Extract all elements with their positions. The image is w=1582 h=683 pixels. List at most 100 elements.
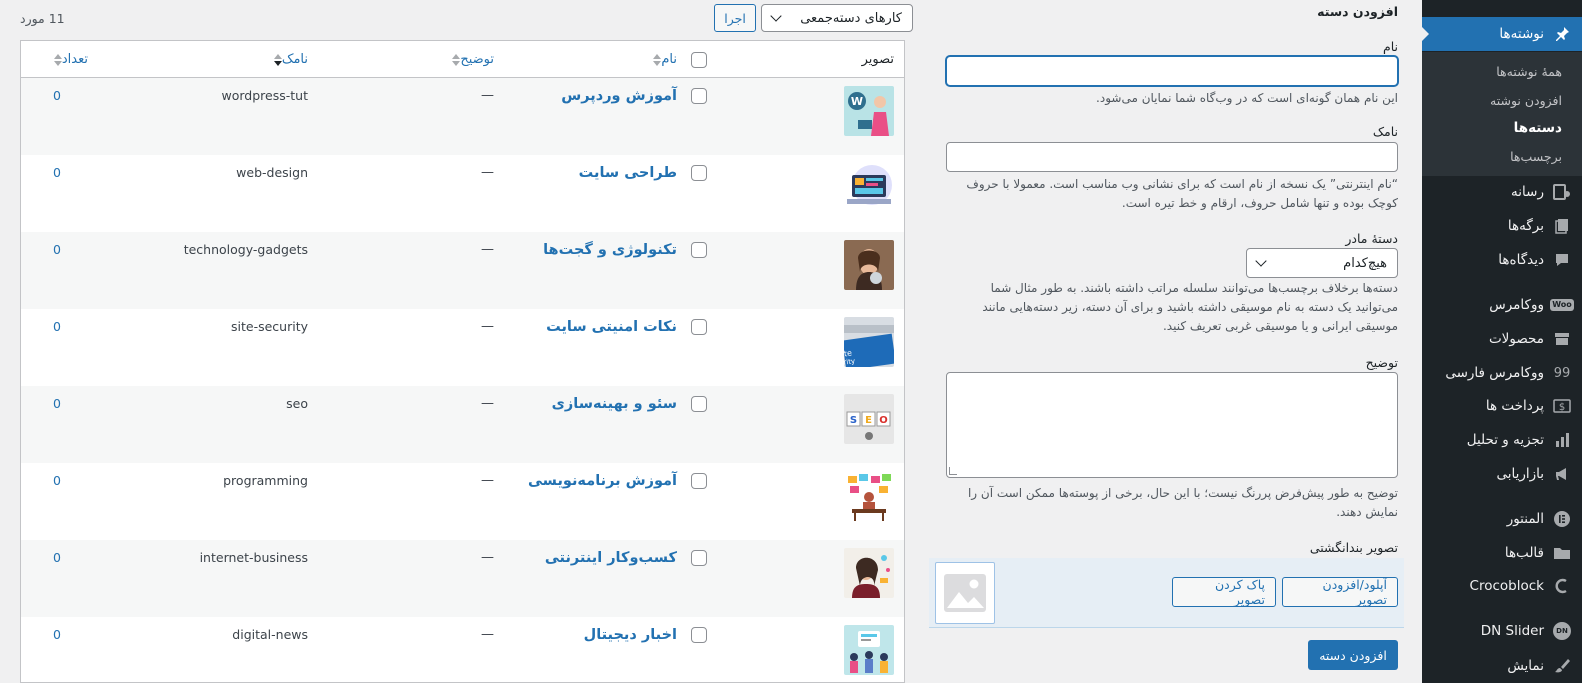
svg-text:E: E	[865, 415, 872, 426]
category-count-link[interactable]: 0	[53, 165, 61, 180]
menu-appearance[interactable]: نمایش	[1422, 649, 1582, 683]
resize-handle[interactable]	[949, 467, 957, 475]
apply-button[interactable]: اجرا	[714, 4, 756, 32]
category-slug: web-design	[236, 165, 308, 180]
menu-elementor[interactable]: المنتور	[1422, 502, 1582, 536]
menu-elementor-label: المنتور	[1506, 511, 1544, 527]
category-thumbnail[interactable]: SEO	[844, 386, 894, 463]
row-checkbox[interactable]	[691, 232, 707, 309]
category-name-link[interactable]: تکنولوژی و گجت‌ها	[543, 242, 677, 258]
bulk-actions-select[interactable]: کارهای دسته‌جمعی	[761, 4, 913, 32]
remove-image-button[interactable]: پاک کردن تصویر	[1172, 577, 1276, 607]
media-icon	[1552, 182, 1572, 202]
category-count-link[interactable]: 0	[53, 319, 61, 334]
menu-pages[interactable]: برگه‌ها	[1422, 209, 1582, 243]
menu-woocommerce-farsi[interactable]: 99 ووکامرس فارسی	[1422, 356, 1582, 390]
menu-templates[interactable]: قالب‌ها	[1422, 536, 1582, 570]
category-thumbnail[interactable]: Website Security	[844, 309, 894, 386]
category-thumbnail[interactable]	[844, 617, 894, 682]
row-checkbox[interactable]	[691, 540, 707, 617]
row-checkbox[interactable]	[691, 463, 707, 540]
menu-comments[interactable]: دیدگاه‌ها	[1422, 243, 1582, 277]
description-textarea[interactable]	[946, 372, 1398, 478]
slug-hint: “نام اینترنتی” یک نسخه از نام است که برا…	[966, 177, 1398, 210]
menu-analytics[interactable]: تجزیه و تحلیل	[1422, 423, 1582, 457]
menu-crocoblock[interactable]: Crocoblock	[1422, 569, 1582, 603]
form-title: افزودن دسته	[1317, 4, 1398, 19]
table-row: Website Security نکات امنیتی سایت — site-…	[21, 309, 904, 386]
category-thumbnail[interactable]	[844, 155, 894, 232]
category-count-link[interactable]: 0	[53, 550, 61, 565]
menu-appearance-label: نمایش	[1507, 658, 1544, 674]
crocoblock-icon	[1552, 576, 1572, 596]
category-name-link[interactable]: کسب‌وکار اینترنتی	[545, 550, 677, 566]
category-description: —	[481, 627, 494, 642]
column-slug-label: نامک	[281, 52, 308, 67]
description-label: توضیح	[1365, 355, 1398, 370]
column-name-label: نام	[661, 52, 677, 67]
menu-media[interactable]: رسانه	[1422, 175, 1582, 209]
column-count-label: تعداد	[61, 52, 88, 67]
select-all-checkbox[interactable]	[691, 41, 707, 78]
menu-posts[interactable]: نوشته‌ها	[1421, 17, 1582, 51]
table-row: کسب‌وکار اینترنتی — internet-business 0	[21, 540, 904, 617]
category-count-link[interactable]: 0	[53, 396, 61, 411]
submenu-categories[interactable]: دسته‌ها	[1422, 114, 1582, 142]
category-name-link[interactable]: آموزش برنامه‌نویسی	[528, 473, 677, 489]
category-count-link[interactable]: 0	[53, 473, 61, 488]
chevron-down-icon	[770, 10, 782, 22]
column-count[interactable]: تعداد	[50, 41, 88, 78]
chart-bar-icon	[1552, 430, 1572, 450]
menu-payments-label: پرداخت ها	[1485, 398, 1544, 414]
submenu-all-posts[interactable]: همهٔ نوشته‌ها	[1422, 57, 1582, 85]
row-checkbox[interactable]	[691, 617, 707, 682]
category-name-link[interactable]: سئو و بهینه‌سازی	[552, 396, 677, 412]
dn-badge: DN	[1553, 622, 1571, 640]
woo-badge: Woo	[1550, 299, 1574, 311]
category-thumbnail[interactable]	[844, 540, 894, 617]
megaphone-icon	[1552, 464, 1572, 484]
category-description: —	[481, 88, 494, 103]
category-name-link[interactable]: نکات امنیتی سایت	[546, 319, 677, 335]
menu-marketing[interactable]: بازاریابی	[1422, 457, 1582, 491]
category-thumbnail[interactable]	[844, 232, 894, 309]
menu-products[interactable]: محصولات	[1422, 322, 1582, 356]
admin-sidebar: نوشته‌ها همهٔ نوشته‌ها افزودن نوشته دسته…	[1421, 0, 1582, 683]
item-count: 11 مورد	[20, 11, 65, 26]
category-count-link[interactable]: 0	[53, 88, 61, 103]
submenu-add-post[interactable]: افزودن نوشته	[1422, 86, 1582, 114]
menu-dn-slider[interactable]: DN DN Slider	[1422, 614, 1582, 648]
menu-woocommerce[interactable]: Woo ووکامرس	[1422, 288, 1582, 322]
name-input[interactable]	[946, 56, 1398, 86]
sort-icon	[53, 53, 62, 67]
category-name-link[interactable]: آموزش وردپرس	[561, 88, 677, 104]
column-description[interactable]: توضیح	[448, 41, 494, 78]
menu-posts-label: نوشته‌ها	[1499, 26, 1544, 42]
slug-input[interactable]	[946, 142, 1398, 172]
row-checkbox[interactable]	[691, 78, 707, 155]
upload-image-button[interactable]: آپلود/افزودن تصویر	[1282, 577, 1398, 607]
category-count-link[interactable]: 0	[53, 242, 61, 257]
thumbnail-box: آپلود/افزودن تصویر پاک کردن تصویر	[929, 558, 1404, 628]
category-count-link[interactable]: 0	[53, 627, 61, 642]
menu-payments[interactable]: $ پرداخت ها	[1422, 389, 1582, 423]
category-name-link[interactable]: اخبار دیجیتال	[584, 627, 677, 643]
category-thumbnail[interactable]	[844, 463, 894, 540]
column-name[interactable]: نام	[649, 41, 677, 78]
column-slug[interactable]: نامک	[270, 41, 308, 78]
submenu-tags[interactable]: برچسب‌ها	[1422, 142, 1582, 170]
chevron-down-icon	[1255, 255, 1267, 267]
parent-select[interactable]: هیچ‌کدام	[1246, 248, 1398, 278]
parent-hint: دسته‌ها برخلاف برچسب‌ها می‌توانند سلسله …	[982, 281, 1398, 333]
row-checkbox[interactable]	[691, 155, 707, 232]
row-checkbox[interactable]	[691, 309, 707, 386]
categories-list: کارهای دسته‌جمعی اجرا 11 مورد تصویر نام …	[20, 0, 913, 683]
category-name-link[interactable]: طراحی سایت	[579, 165, 677, 181]
elementor-icon	[1552, 509, 1572, 529]
row-checkbox[interactable]	[691, 386, 707, 463]
add-category-form: افزودن دسته نام این نام همان گونه‌ای است…	[924, 0, 1404, 683]
category-thumbnail[interactable]: W	[844, 78, 894, 155]
add-category-submit[interactable]: افزودن دسته	[1308, 640, 1398, 670]
category-description: —	[481, 242, 494, 257]
category-slug: site-security	[231, 319, 308, 334]
